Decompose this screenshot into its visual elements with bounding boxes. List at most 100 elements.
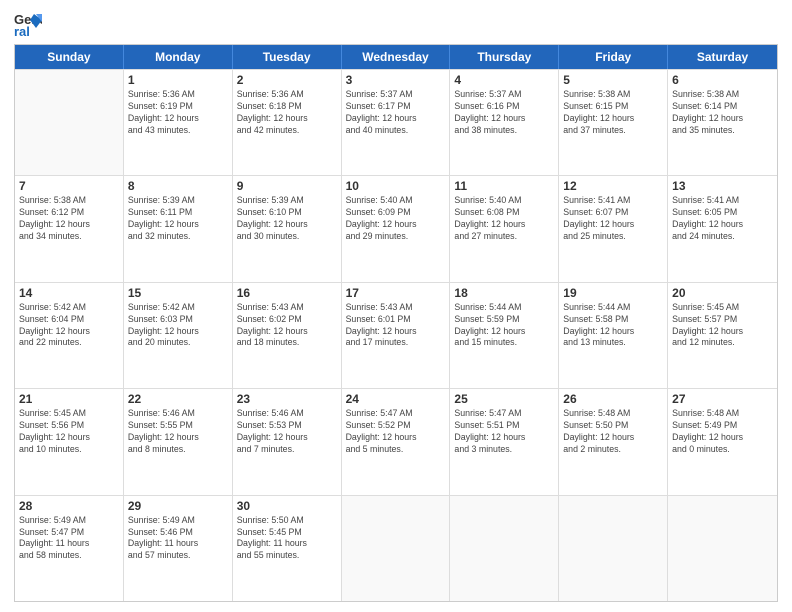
day-number: 14	[19, 286, 119, 300]
cell-info: Sunrise: 5:46 AM Sunset: 5:55 PM Dayligh…	[128, 408, 228, 456]
cell-info: Sunrise: 5:48 AM Sunset: 5:50 PM Dayligh…	[563, 408, 663, 456]
cell-info: Sunrise: 5:42 AM Sunset: 6:03 PM Dayligh…	[128, 302, 228, 350]
day-number: 17	[346, 286, 446, 300]
cal-cell-2-1: 15 Sunrise: 5:42 AM Sunset: 6:03 PM Dayli…	[124, 283, 233, 388]
cal-cell-3-0: 21 Sunrise: 5:45 AM Sunset: 5:56 PM Dayli…	[15, 389, 124, 494]
cal-cell-4-1: 29Sunrise: 5:49 AM Sunset: 5:46 PM Dayli…	[124, 496, 233, 601]
cell-info: Sunrise: 5:41 AM Sunset: 6:07 PM Dayligh…	[563, 195, 663, 243]
calendar-header: SundayMondayTuesdayWednesdayThursdayFrid…	[15, 45, 777, 69]
weekday-header-saturday: Saturday	[668, 45, 777, 69]
cal-cell-4-3	[342, 496, 451, 601]
day-number: 3	[346, 73, 446, 87]
cell-info: Sunrise: 5:43 AM Sunset: 6:02 PM Dayligh…	[237, 302, 337, 350]
cal-cell-0-3: 3Sunrise: 5:37 AM Sunset: 6:17 PM Daylig…	[342, 70, 451, 175]
cal-cell-1-4: 11Sunrise: 5:40 AM Sunset: 6:08 PM Dayli…	[450, 176, 559, 281]
cal-cell-0-1: 1Sunrise: 5:36 AM Sunset: 6:19 PM Daylig…	[124, 70, 233, 175]
cell-info: Sunrise: 5:44 AM Sunset: 5:58 PM Dayligh…	[563, 302, 663, 350]
day-number: 25	[454, 392, 554, 406]
day-number: 16	[237, 286, 337, 300]
day-number: 27	[672, 392, 773, 406]
day-number: 24	[346, 392, 446, 406]
cell-info: Sunrise: 5:38 AM Sunset: 6:14 PM Dayligh…	[672, 89, 773, 137]
cal-row-2: 14 Sunrise: 5:42 AM Sunset: 6:04 PM Dayli…	[15, 282, 777, 388]
cell-info: Sunrise: 5:50 AM Sunset: 5:45 PM Dayligh…	[237, 515, 337, 563]
cal-cell-1-5: 12 Sunrise: 5:41 AM Sunset: 6:07 PM Dayli…	[559, 176, 668, 281]
cal-cell-0-6: 6Sunrise: 5:38 AM Sunset: 6:14 PM Daylig…	[668, 70, 777, 175]
day-number: 20	[672, 286, 773, 300]
cal-cell-2-2: 16 Sunrise: 5:43 AM Sunset: 6:02 PM Dayli…	[233, 283, 342, 388]
cell-info: Sunrise: 5:38 AM Sunset: 6:15 PM Dayligh…	[563, 89, 663, 137]
svg-text:ral: ral	[14, 24, 30, 38]
day-number: 30	[237, 499, 337, 513]
day-number: 7	[19, 179, 119, 193]
calendar-body: 1Sunrise: 5:36 AM Sunset: 6:19 PM Daylig…	[15, 69, 777, 601]
logo: Gene ral	[14, 10, 46, 38]
cell-info: Sunrise: 5:40 AM Sunset: 6:08 PM Dayligh…	[454, 195, 554, 243]
day-number: 4	[454, 73, 554, 87]
cal-cell-2-4: 18 Sunrise: 5:44 AM Sunset: 5:59 PM Dayli…	[450, 283, 559, 388]
cal-row-3: 21 Sunrise: 5:45 AM Sunset: 5:56 PM Dayli…	[15, 388, 777, 494]
weekday-header-sunday: Sunday	[15, 45, 124, 69]
cell-info: Sunrise: 5:47 AM Sunset: 5:52 PM Dayligh…	[346, 408, 446, 456]
cal-row-0: 1Sunrise: 5:36 AM Sunset: 6:19 PM Daylig…	[15, 69, 777, 175]
cell-info: Sunrise: 5:49 AM Sunset: 5:47 PM Dayligh…	[19, 515, 119, 563]
cal-cell-3-3: 24 Sunrise: 5:47 AM Sunset: 5:52 PM Dayli…	[342, 389, 451, 494]
day-number: 1	[128, 73, 228, 87]
day-number: 9	[237, 179, 337, 193]
cal-cell-4-4	[450, 496, 559, 601]
day-number: 8	[128, 179, 228, 193]
cell-info: Sunrise: 5:37 AM Sunset: 6:16 PM Dayligh…	[454, 89, 554, 137]
cell-info: Sunrise: 5:42 AM Sunset: 6:04 PM Dayligh…	[19, 302, 119, 350]
cell-info: Sunrise: 5:41 AM Sunset: 6:05 PM Dayligh…	[672, 195, 773, 243]
cell-info: Sunrise: 5:39 AM Sunset: 6:11 PM Dayligh…	[128, 195, 228, 243]
cell-info: Sunrise: 5:45 AM Sunset: 5:56 PM Dayligh…	[19, 408, 119, 456]
cal-cell-1-3: 10 Sunrise: 5:40 AM Sunset: 6:09 PM Dayli…	[342, 176, 451, 281]
day-number: 15	[128, 286, 228, 300]
cell-info: Sunrise: 5:46 AM Sunset: 5:53 PM Dayligh…	[237, 408, 337, 456]
cal-cell-1-2: 9 Sunrise: 5:39 AM Sunset: 6:10 PM Daylig…	[233, 176, 342, 281]
logo-icon: Gene ral	[14, 10, 42, 38]
cal-cell-4-5	[559, 496, 668, 601]
cal-cell-0-2: 2 Sunrise: 5:36 AM Sunset: 6:18 PM Daylig…	[233, 70, 342, 175]
cal-cell-3-5: 26 Sunrise: 5:48 AM Sunset: 5:50 PM Dayli…	[559, 389, 668, 494]
cal-cell-0-0	[15, 70, 124, 175]
cell-info: Sunrise: 5:38 AM Sunset: 6:12 PM Dayligh…	[19, 195, 119, 243]
day-number: 12	[563, 179, 663, 193]
day-number: 23	[237, 392, 337, 406]
cell-info: Sunrise: 5:43 AM Sunset: 6:01 PM Dayligh…	[346, 302, 446, 350]
cal-cell-2-6: 20Sunrise: 5:45 AM Sunset: 5:57 PM Dayli…	[668, 283, 777, 388]
cal-cell-1-1: 8 Sunrise: 5:39 AM Sunset: 6:11 PM Daylig…	[124, 176, 233, 281]
cell-info: Sunrise: 5:36 AM Sunset: 6:18 PM Dayligh…	[237, 89, 337, 137]
cal-cell-4-0: 28Sunrise: 5:49 AM Sunset: 5:47 PM Dayli…	[15, 496, 124, 601]
day-number: 29	[128, 499, 228, 513]
cal-cell-2-5: 19 Sunrise: 5:44 AM Sunset: 5:58 PM Dayli…	[559, 283, 668, 388]
cal-cell-4-6	[668, 496, 777, 601]
weekday-header-thursday: Thursday	[450, 45, 559, 69]
day-number: 2	[237, 73, 337, 87]
header: Gene ral	[14, 10, 778, 38]
day-number: 19	[563, 286, 663, 300]
cell-info: Sunrise: 5:48 AM Sunset: 5:49 PM Dayligh…	[672, 408, 773, 456]
cal-row-4: 28Sunrise: 5:49 AM Sunset: 5:47 PM Dayli…	[15, 495, 777, 601]
day-number: 10	[346, 179, 446, 193]
day-number: 18	[454, 286, 554, 300]
day-number: 21	[19, 392, 119, 406]
day-number: 5	[563, 73, 663, 87]
cal-cell-1-6: 13 Sunrise: 5:41 AM Sunset: 6:05 PM Dayli…	[668, 176, 777, 281]
day-number: 26	[563, 392, 663, 406]
page: Gene ral SundayMondayTuesdayWednesdayThu…	[0, 0, 792, 612]
cal-cell-3-1: 22Sunrise: 5:46 AM Sunset: 5:55 PM Dayli…	[124, 389, 233, 494]
cell-info: Sunrise: 5:40 AM Sunset: 6:09 PM Dayligh…	[346, 195, 446, 243]
cal-cell-0-5: 5 Sunrise: 5:38 AM Sunset: 6:15 PM Daylig…	[559, 70, 668, 175]
cal-cell-0-4: 4 Sunrise: 5:37 AM Sunset: 6:16 PM Daylig…	[450, 70, 559, 175]
cell-info: Sunrise: 5:39 AM Sunset: 6:10 PM Dayligh…	[237, 195, 337, 243]
day-number: 13	[672, 179, 773, 193]
cal-cell-3-2: 23 Sunrise: 5:46 AM Sunset: 5:53 PM Dayli…	[233, 389, 342, 494]
weekday-header-friday: Friday	[559, 45, 668, 69]
cal-cell-1-0: 7 Sunrise: 5:38 AM Sunset: 6:12 PM Daylig…	[15, 176, 124, 281]
cell-info: Sunrise: 5:44 AM Sunset: 5:59 PM Dayligh…	[454, 302, 554, 350]
cal-cell-4-2: 30 Sunrise: 5:50 AM Sunset: 5:45 PM Dayli…	[233, 496, 342, 601]
cal-row-1: 7 Sunrise: 5:38 AM Sunset: 6:12 PM Daylig…	[15, 175, 777, 281]
cal-cell-2-3: 17 Sunrise: 5:43 AM Sunset: 6:01 PM Dayli…	[342, 283, 451, 388]
cell-info: Sunrise: 5:47 AM Sunset: 5:51 PM Dayligh…	[454, 408, 554, 456]
